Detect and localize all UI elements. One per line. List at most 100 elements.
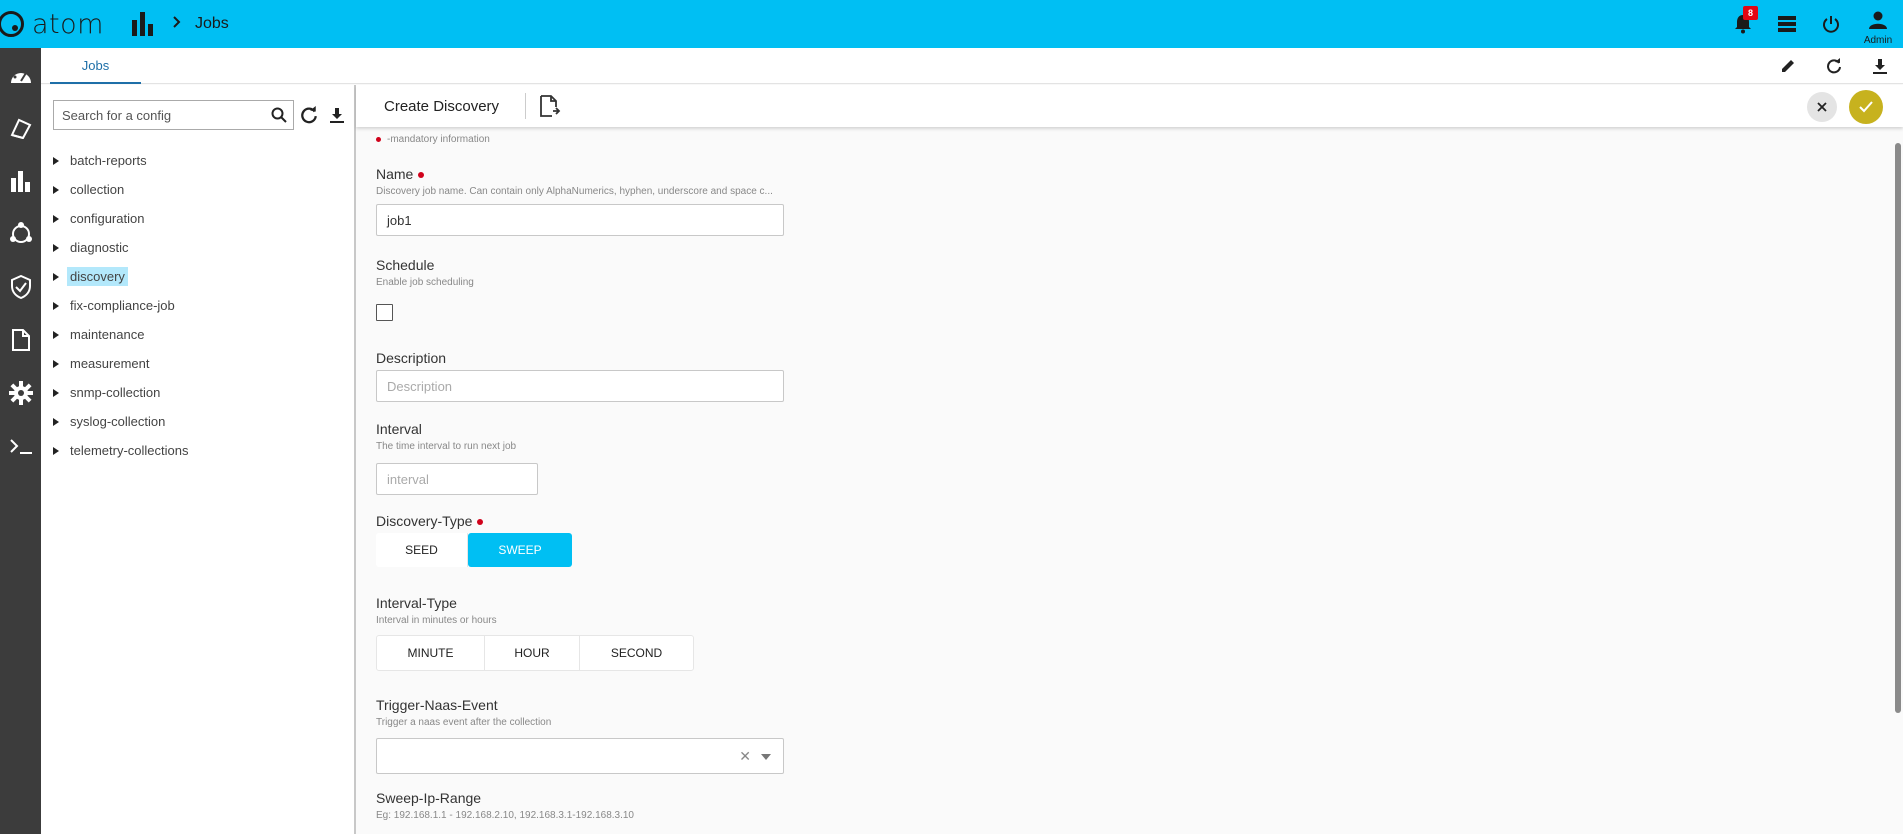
discovery-type-label: Discovery-Type xyxy=(376,513,484,529)
tree-item-maintenance[interactable]: maintenance xyxy=(53,320,192,349)
download-icon xyxy=(1873,59,1887,74)
analytics-icon[interactable] xyxy=(131,12,153,36)
interval-type-minute[interactable]: MINUTE xyxy=(377,636,485,670)
tree-item-diagnostic[interactable]: diagnostic xyxy=(53,233,192,262)
rail-documents[interactable] xyxy=(0,313,41,366)
expand-triangle-icon[interactable] xyxy=(53,417,59,426)
discovery-type-toggle: SEED SWEEP xyxy=(376,533,572,567)
list-icon xyxy=(1778,16,1796,32)
trigger-naas-event-select[interactable]: ✕ xyxy=(376,738,784,774)
mandatory-note-text: -mandatory information xyxy=(387,134,490,145)
tree-item-fix-compliance-job[interactable]: fix-compliance-job xyxy=(53,291,192,320)
refresh-icon xyxy=(301,106,317,124)
mandatory-dot xyxy=(477,519,484,526)
discovery-type-label-text: Discovery-Type xyxy=(376,513,473,529)
user-menu-button[interactable]: Admin xyxy=(1853,0,1903,48)
list-button[interactable] xyxy=(1765,0,1809,48)
rail-analytics[interactable] xyxy=(0,154,41,207)
document-export-icon xyxy=(540,95,561,117)
interval-input[interactable]: interval xyxy=(376,463,538,495)
form-scrollbar[interactable] xyxy=(1895,143,1901,713)
schedule-field-group: Schedule Enable job scheduling xyxy=(376,257,474,288)
rail-dashboard[interactable] xyxy=(0,48,41,101)
header-divider xyxy=(525,93,526,119)
view-document-button[interactable] xyxy=(539,95,561,122)
tree-item-measurement[interactable]: measurement xyxy=(53,349,192,378)
tree-item-label: measurement xyxy=(70,356,150,371)
expand-triangle-icon[interactable] xyxy=(53,214,59,223)
submit-button[interactable] xyxy=(1849,90,1883,124)
rail-resources[interactable] xyxy=(0,101,41,154)
close-icon xyxy=(1817,102,1827,112)
interval-type-label: Interval-Type xyxy=(376,595,457,611)
refresh-icon xyxy=(1827,58,1841,74)
form-header: Create Discovery xyxy=(356,85,1903,127)
expand-triangle-icon[interactable] xyxy=(53,272,59,281)
document-icon xyxy=(11,328,30,351)
rail-compliance[interactable] xyxy=(0,260,41,313)
download-button[interactable] xyxy=(1857,48,1903,84)
description-label: Description xyxy=(376,350,447,366)
edit-button[interactable] xyxy=(1765,48,1811,84)
chevron-down-icon[interactable] xyxy=(761,754,771,760)
tree-item-telemetry-collections[interactable]: telemetry-collections xyxy=(53,436,192,465)
schedule-help: Enable job scheduling xyxy=(376,277,474,288)
expand-triangle-icon[interactable] xyxy=(53,388,59,397)
tree-item-snmp-collection[interactable]: snmp-collection xyxy=(53,378,192,407)
expand-triangle-icon[interactable] xyxy=(53,156,59,165)
power-button[interactable] xyxy=(1809,0,1853,48)
tab-jobs[interactable]: Jobs xyxy=(50,48,141,84)
tree-item-discovery[interactable]: discovery xyxy=(53,262,192,291)
rail-settings[interactable] xyxy=(0,366,41,419)
tree-item-batch-reports[interactable]: batch-reports xyxy=(53,146,192,175)
expand-triangle-icon[interactable] xyxy=(53,359,59,368)
sweep-ip-range-field-group: Sweep-Ip-Range Eg: 192.168.1.1 - 192.168… xyxy=(376,790,634,821)
expand-triangle-icon[interactable] xyxy=(53,330,59,339)
tab-strip: Jobs xyxy=(41,48,1903,84)
clear-icon[interactable]: ✕ xyxy=(739,748,751,765)
tree-download-button[interactable] xyxy=(324,100,350,130)
schedule-checkbox[interactable] xyxy=(376,304,393,321)
analytics-icon xyxy=(10,170,30,192)
tree-refresh-button[interactable] xyxy=(296,100,322,130)
notifications-button[interactable]: 8 xyxy=(1721,0,1765,48)
sweep-ip-range-label: Sweep-Ip-Range xyxy=(376,790,482,806)
atom-logo[interactable]: atom xyxy=(0,0,104,48)
discovery-type-seed[interactable]: SEED xyxy=(376,533,468,567)
description-input[interactable]: Description xyxy=(376,370,784,402)
refresh-button[interactable] xyxy=(1811,48,1857,84)
interval-type-hour[interactable]: HOUR xyxy=(485,636,580,670)
config-tree: batch-reports collection configuration d… xyxy=(53,146,192,465)
config-search-box xyxy=(53,100,294,130)
tree-item-label: maintenance xyxy=(70,327,145,342)
tree-item-configuration[interactable]: configuration xyxy=(53,204,192,233)
discovery-type-sweep[interactable]: SWEEP xyxy=(468,533,572,567)
tree-item-label: snmp-collection xyxy=(70,385,161,400)
resources-icon xyxy=(10,118,31,139)
expand-triangle-icon[interactable] xyxy=(53,446,59,455)
expand-triangle-icon[interactable] xyxy=(53,243,59,252)
tree-item-label: batch-reports xyxy=(70,153,147,168)
name-help: Discovery job name. Can contain only Alp… xyxy=(376,186,773,197)
expand-triangle-icon[interactable] xyxy=(53,301,59,310)
name-input[interactable]: job1 xyxy=(376,204,784,236)
rail-terminal[interactable] xyxy=(0,419,41,472)
tree-item-syslog-collection[interactable]: syslog-collection xyxy=(53,407,192,436)
logo-text: atom xyxy=(32,8,104,40)
description-field-group: Description xyxy=(376,350,446,366)
dashboard-icon xyxy=(10,69,31,83)
close-button[interactable] xyxy=(1807,92,1837,122)
top-bar: atom Jobs 8 Admin xyxy=(0,0,1903,48)
tree-item-collection[interactable]: collection xyxy=(53,175,192,204)
config-search-input[interactable] xyxy=(54,101,259,129)
trigger-naas-event-label: Trigger-Naas-Event xyxy=(376,697,498,713)
name-label: Name xyxy=(376,166,773,182)
search-icon[interactable] xyxy=(271,107,287,123)
rail-topology[interactable] xyxy=(0,207,41,260)
interval-label: Interval xyxy=(376,421,422,437)
interval-field-group: Interval The time interval to run next j… xyxy=(376,421,516,452)
interval-type-second[interactable]: SECOND xyxy=(580,636,693,670)
notification-badge: 8 xyxy=(1743,6,1759,20)
sweep-ip-range-help: Eg: 192.168.1.1 - 192.168.2.10, 192.168.… xyxy=(376,810,634,821)
expand-triangle-icon[interactable] xyxy=(53,185,59,194)
